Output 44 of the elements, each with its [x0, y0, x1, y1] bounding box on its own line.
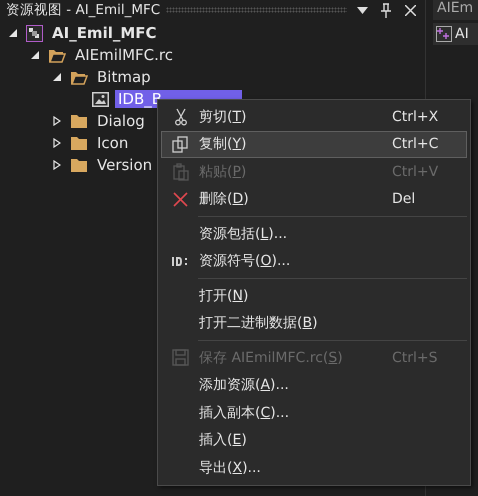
menu-item[interactable]: 打开二进制数据(B): [161, 310, 467, 337]
menu-item[interactable]: 资源包括(L)...: [161, 220, 467, 248]
open-folder-icon: [70, 70, 88, 84]
id-icon: [172, 256, 189, 266]
collapsed-arrow-icon[interactable]: [53, 116, 61, 126]
menu-item[interactable]: 剪切(T) Ctrl+X: [161, 103, 467, 130]
menu-item[interactable]: 添加资源(A)...: [161, 372, 467, 399]
save-icon: [172, 349, 189, 366]
pin-icon[interactable]: [380, 2, 392, 18]
collapsed-arrow-icon[interactable]: [53, 160, 61, 170]
side-item-label: AI: [455, 26, 469, 42]
panel-title: 资源视图 - AI_Emil_MFC: [6, 1, 160, 19]
open-folder-icon: [48, 48, 66, 62]
close-icon[interactable]: [404, 4, 416, 16]
menu-item[interactable]: 插入(E): [161, 426, 467, 454]
menu-item[interactable]: 打开(N): [161, 282, 467, 310]
clipboard-icon: [172, 162, 188, 181]
image-icon: [92, 92, 109, 106]
tree-item[interactable]: Icon: [94, 134, 132, 152]
side-item[interactable]: AI: [433, 23, 478, 45]
copy-icon: [172, 136, 189, 153]
document-tab[interactable]: AIEm: [433, 0, 478, 20]
expanded-arrow-icon[interactable]: [9, 29, 17, 37]
menu-item[interactable]: 复制(Y) Ctrl+C: [161, 130, 467, 158]
add-resource-icon: [436, 26, 452, 42]
menu-item[interactable]: 插入副本(C)...: [161, 399, 467, 426]
menu-item[interactable]: 导出(X)...: [161, 454, 467, 482]
folder-icon: [70, 136, 88, 150]
tree-item[interactable]: Version: [94, 156, 156, 174]
menu-item[interactable]: 资源符号(O)...: [161, 248, 467, 275]
collapsed-arrow-icon[interactable]: [53, 138, 61, 148]
dropdown-icon[interactable]: [356, 6, 368, 14]
scissors-icon: [174, 108, 188, 126]
tree-item[interactable]: Dialog: [94, 112, 148, 130]
expanded-arrow-icon[interactable]: [31, 51, 39, 59]
menu-item[interactable]: 删除(D) Del: [161, 186, 467, 213]
delete-icon: [173, 192, 188, 207]
expanded-arrow-icon[interactable]: [53, 73, 61, 81]
folder-icon: [70, 114, 88, 128]
tree-item[interactable]: AI_Emil_MFC: [49, 24, 160, 42]
project-icon: [26, 24, 43, 42]
folder-icon: [70, 158, 88, 172]
tree-item[interactable]: Bitmap: [94, 68, 154, 86]
tree-item[interactable]: AIEmilMFC.rc: [72, 46, 176, 64]
